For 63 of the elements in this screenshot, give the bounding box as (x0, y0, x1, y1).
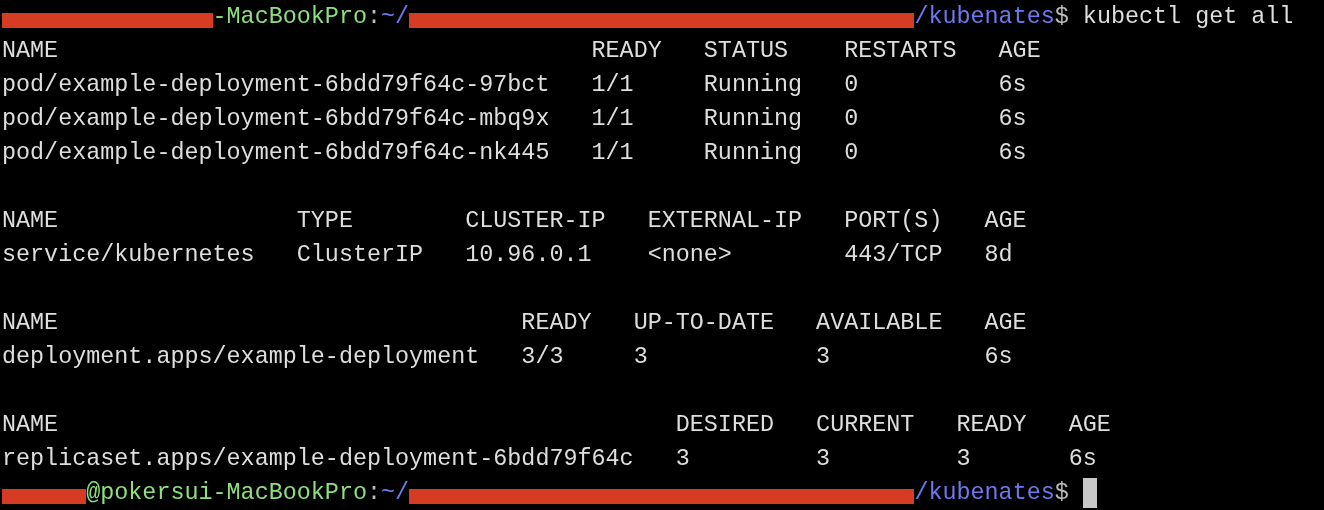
table-cell-text: 6s (998, 139, 1027, 168)
table-cell-text: 3 (633, 343, 649, 372)
table-cell-text: 3 (816, 343, 832, 372)
table-cell-text: 0 (844, 105, 860, 134)
table-cell-text: pod/example-deployment-6bdd79f64c-97bct (2, 71, 551, 100)
table-cell-text: 8d (984, 241, 1013, 270)
column-header: NAME (2, 411, 60, 440)
command-text: kubectl get all (1082, 3, 1294, 32)
column-header: EXTERNAL-IP (647, 207, 804, 236)
table-cell-text: Running (703, 105, 804, 134)
table-cell-text: service/kubernetes (2, 241, 256, 270)
directory-path: ~/ (381, 3, 410, 32)
table-cell-text: <none> (647, 241, 733, 270)
table-cell-text: 3 (816, 445, 832, 474)
column-header: RESTARTS (844, 37, 958, 66)
table-cell-text: 6s (984, 343, 1013, 372)
prompt-symbol: $ (1054, 479, 1069, 508)
column-header: CLUSTER-IP (465, 207, 607, 236)
table-cell-text: 1/1 (591, 105, 635, 134)
directory-path: /kubenates (914, 3, 1055, 32)
column-header: AVAILABLE (816, 309, 944, 338)
table-cell-text: 3 (956, 445, 972, 474)
table-cell-text: Running (703, 71, 804, 100)
table-cell-text: 6s (998, 105, 1027, 134)
table-cell-text: deployment.apps/example-deployment (2, 343, 481, 372)
table-cell-text: replicaset.apps/example-deployment-6bdd79f64c (2, 445, 635, 474)
directory-path: /kubenates (914, 479, 1055, 508)
column-header: AGE (1068, 411, 1111, 440)
table-cell-text: 6s (998, 71, 1027, 100)
column-header: NAME (2, 207, 60, 236)
table-cell-text: Running (703, 139, 804, 168)
table-cell-text: 1/1 (591, 139, 635, 168)
user-host: -MacBookPro (212, 3, 367, 32)
table-cell-text: 3/3 (521, 343, 565, 372)
column-header: NAME (2, 309, 60, 338)
table-cell-text: 10.96.0.1 (465, 241, 593, 270)
user-host: @pokersui-MacBookPro (86, 479, 367, 508)
prompt-symbol: $ (1054, 3, 1069, 32)
column-header: AGE (998, 37, 1041, 66)
table-cell-text: 0 (844, 139, 860, 168)
table-cell-text: ClusterIP (296, 241, 425, 270)
column-header: UP-TO-DATE (633, 309, 775, 338)
column-header: AGE (984, 309, 1027, 338)
column-header: READY (956, 411, 1028, 440)
column-header: READY (591, 37, 663, 66)
column-header: DESIRED (675, 411, 775, 440)
table-cell-text: 3 (675, 445, 691, 474)
column-header: TYPE (296, 207, 354, 236)
column-header: AGE (984, 207, 1027, 236)
table-cell-text: pod/example-deployment-6bdd79f64c-mbq9x (2, 105, 551, 134)
table-cell-text: 1/1 (591, 71, 635, 100)
column-header: STATUS (703, 37, 790, 66)
directory-path: ~/ (381, 479, 410, 508)
column-header: CURRENT (816, 411, 916, 440)
table-cell-text: 443/TCP (844, 241, 944, 270)
table-cell-text: pod/example-deployment-6bdd79f64c-nk445 (2, 139, 551, 168)
column-header: NAME (2, 37, 60, 66)
path-separator: : (366, 479, 381, 508)
table-cell-text: 6s (1068, 445, 1097, 474)
column-header: READY (521, 309, 593, 338)
table-cell-text: 0 (844, 71, 860, 100)
path-separator: : (366, 3, 381, 32)
column-header: PORT(S) (844, 207, 944, 236)
